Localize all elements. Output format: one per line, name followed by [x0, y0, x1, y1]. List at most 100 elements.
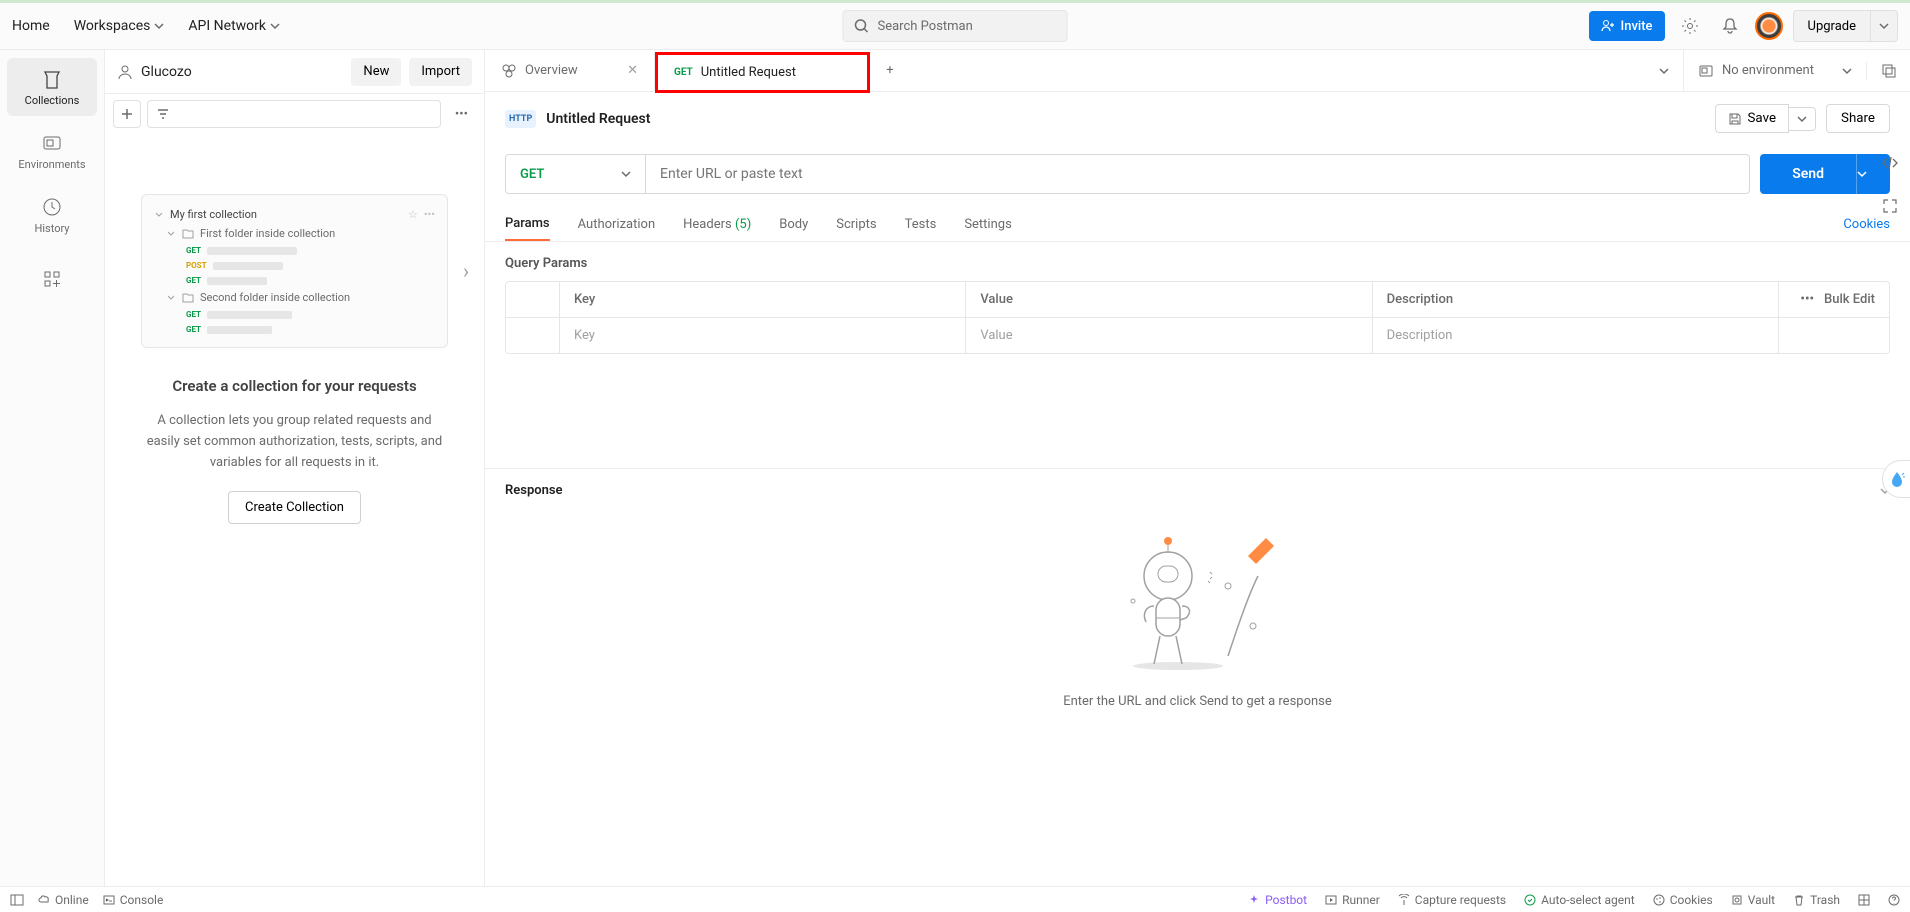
- reqtab-headers[interactable]: Headers (5): [683, 209, 751, 240]
- footer-runner[interactable]: Runner: [1325, 893, 1380, 907]
- rail-more[interactable]: [7, 250, 97, 308]
- sidebar-more[interactable]: •••: [447, 107, 476, 122]
- save-label: Save: [1748, 111, 1777, 126]
- col-desc: Description: [1373, 282, 1779, 317]
- add-button[interactable]: [113, 100, 141, 128]
- rail-environments[interactable]: Environments: [7, 122, 97, 180]
- workspace-name[interactable]: Glucozo: [141, 64, 343, 80]
- empty-description: A collection lets you group related requ…: [129, 411, 460, 473]
- invite-icon: [1601, 19, 1615, 33]
- nav-api-network[interactable]: API Network: [188, 18, 280, 34]
- upgrade-button[interactable]: Upgrade: [1793, 10, 1870, 42]
- footer-layout[interactable]: [1858, 894, 1870, 906]
- tab-request[interactable]: GET Untitled Request: [655, 52, 870, 93]
- reqtab-auth[interactable]: Authorization: [578, 209, 656, 240]
- bell-icon: [1721, 17, 1739, 35]
- settings-button[interactable]: [1675, 11, 1705, 41]
- rail-history[interactable]: History: [7, 186, 97, 244]
- params-row[interactable]: Key Value Description: [506, 318, 1889, 353]
- panel-icon: [10, 893, 24, 907]
- bulk-edit-link[interactable]: Bulk Edit: [1824, 292, 1875, 307]
- import-button[interactable]: Import: [409, 58, 472, 86]
- footer-right: Postbot Runner Capture requests Auto-sel…: [1248, 893, 1900, 907]
- share-button[interactable]: Share: [1826, 104, 1890, 133]
- row-key[interactable]: Key: [560, 318, 966, 353]
- search-input[interactable]: Search Postman: [843, 10, 1068, 42]
- footer-vault[interactable]: Vault: [1731, 893, 1775, 907]
- tab-overview[interactable]: Overview ✕: [485, 50, 655, 91]
- runner-label: Runner: [1342, 893, 1380, 907]
- trash-label: Trash: [1810, 893, 1840, 907]
- save-button[interactable]: Save: [1715, 104, 1790, 133]
- nav-home[interactable]: Home: [12, 18, 50, 34]
- create-collection-button[interactable]: Create Collection: [228, 491, 361, 524]
- plus-icon: [120, 107, 134, 121]
- footer-online[interactable]: Online: [38, 893, 89, 907]
- filter-button[interactable]: [147, 100, 441, 128]
- chevron-down-icon: [621, 169, 631, 179]
- upgrade-group: Upgrade: [1793, 10, 1898, 42]
- topbar-right: Invite Upgrade: [1589, 10, 1898, 42]
- footer-agent[interactable]: Auto-select agent: [1524, 893, 1635, 907]
- tabbar: Overview ✕ GET Untitled Request + No env…: [485, 50, 1910, 92]
- headers-label: Headers: [683, 217, 732, 232]
- avatar[interactable]: [1755, 12, 1783, 40]
- new-button[interactable]: New: [351, 58, 401, 86]
- params-table: Key Value Description ••• Bulk Edit Key V…: [505, 281, 1890, 354]
- expand-icon[interactable]: [1882, 198, 1898, 214]
- folder-icon: [182, 229, 194, 239]
- bulk-more[interactable]: •••: [1800, 292, 1814, 307]
- send-button[interactable]: Send: [1760, 154, 1856, 194]
- headers-count: (5): [735, 217, 751, 232]
- mini-get: GET: [186, 325, 201, 334]
- row-actions: [1779, 318, 1889, 353]
- tabs-dropdown[interactable]: [1645, 50, 1683, 91]
- footer-trash[interactable]: Trash: [1793, 893, 1840, 907]
- footer-panel-toggle[interactable]: [10, 893, 24, 907]
- response-header[interactable]: Response: [505, 483, 1890, 498]
- method-selector[interactable]: GET: [506, 155, 646, 193]
- mini-get: GET: [186, 246, 201, 255]
- mini-post: POST: [186, 261, 207, 270]
- env-label: No environment: [1722, 63, 1814, 78]
- sidebar: Glucozo New Import ••• My first collecti…: [105, 50, 485, 886]
- reqtab-params[interactable]: Params: [505, 208, 550, 241]
- tab-add[interactable]: +: [870, 50, 910, 91]
- env-icon: [1698, 63, 1714, 79]
- url-field-wrap: GET: [505, 154, 1750, 194]
- save-caret[interactable]: [1789, 107, 1816, 131]
- rail-env-label: Environments: [18, 158, 85, 171]
- body: Collections Environments History Glucozo…: [0, 50, 1910, 886]
- reqtab-tests[interactable]: Tests: [905, 209, 937, 240]
- footer-cookies[interactable]: Cookies: [1653, 893, 1713, 907]
- url-input[interactable]: [646, 155, 1749, 193]
- col-actions: ••• Bulk Edit: [1779, 282, 1889, 317]
- environment-selector[interactable]: No environment: [1683, 50, 1866, 91]
- row-desc[interactable]: Description: [1373, 318, 1779, 353]
- reqtab-scripts[interactable]: Scripts: [836, 209, 876, 240]
- notifications-button[interactable]: [1715, 11, 1745, 41]
- env-quicklook[interactable]: [1866, 62, 1910, 80]
- cookie-icon: [1653, 894, 1665, 906]
- params-header-row: Key Value Description •••Bulk Edit: [506, 282, 1889, 318]
- footer-help[interactable]: [1888, 894, 1900, 906]
- reqtab-settings[interactable]: Settings: [964, 209, 1011, 240]
- code-icon[interactable]: [1881, 154, 1899, 172]
- reqtab-body[interactable]: Body: [779, 209, 808, 240]
- col-checkbox: [506, 282, 560, 317]
- far-left-rail: Collections Environments History: [0, 50, 105, 886]
- qparams-title: Query Params: [505, 256, 1890, 271]
- rail-collections[interactable]: Collections: [7, 58, 97, 116]
- footer-console[interactable]: Console: [103, 893, 164, 907]
- upgrade-caret[interactable]: [1870, 10, 1898, 42]
- nav-workspaces[interactable]: Workspaces: [74, 18, 165, 34]
- row-checkbox[interactable]: [506, 318, 560, 353]
- footer-postbot[interactable]: Postbot: [1248, 893, 1307, 907]
- invite-button[interactable]: Invite: [1589, 11, 1665, 41]
- row-value[interactable]: Value: [966, 318, 1372, 353]
- footer-capture[interactable]: Capture requests: [1398, 893, 1506, 907]
- request-title[interactable]: Untitled Request: [546, 111, 650, 127]
- close-icon[interactable]: ✕: [627, 63, 638, 78]
- nav-api-label: API Network: [188, 18, 266, 34]
- cookies-link[interactable]: Cookies: [1843, 217, 1890, 232]
